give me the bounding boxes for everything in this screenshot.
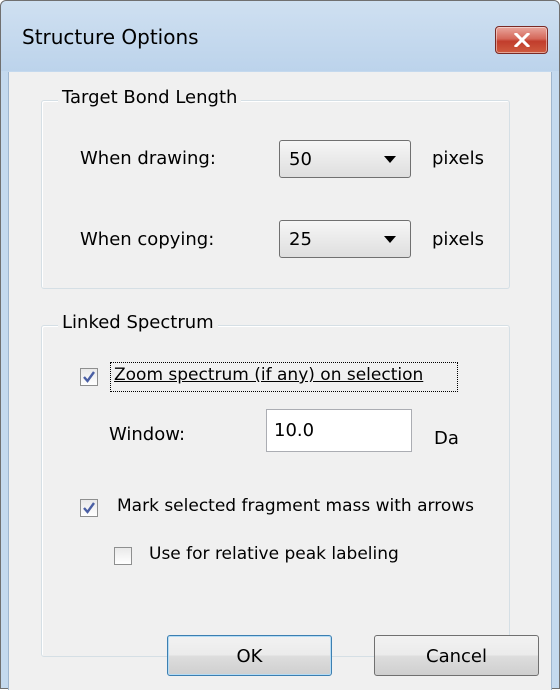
ok-button-label: OK xyxy=(236,646,263,667)
window-input-box[interactable] xyxy=(266,409,412,452)
drawing-length-value: 50 xyxy=(289,149,312,170)
title-bar[interactable]: Structure Options xyxy=(1,1,559,71)
when-drawing-label: When drawing: xyxy=(80,148,216,169)
mark-arrows-checkbox[interactable] xyxy=(80,499,98,517)
close-icon xyxy=(514,33,530,47)
zoom-spectrum-label[interactable]: Zoom spectrum (if any) on selection xyxy=(114,365,423,385)
chevron-down-icon xyxy=(384,236,396,243)
copying-length-value: 25 xyxy=(289,229,312,250)
copying-unit-label: pixels xyxy=(432,229,484,250)
close-button[interactable] xyxy=(495,26,548,54)
chevron-down-icon xyxy=(384,156,396,163)
dialog-body: Target Bond Length When drawing: 50 pixe… xyxy=(8,72,552,690)
structure-options-dialog: Structure Options Target Bond Length Whe… xyxy=(0,0,560,690)
mark-arrows-label[interactable]: Mark selected fragment mass with arrows xyxy=(117,496,474,516)
window-label: Window: xyxy=(109,424,186,445)
when-copying-label: When copying: xyxy=(80,229,215,250)
checkmark-icon xyxy=(83,502,95,514)
window-input[interactable] xyxy=(267,410,411,451)
relative-peak-checkbox[interactable] xyxy=(114,547,132,565)
ok-button[interactable]: OK xyxy=(167,635,332,676)
checkmark-icon xyxy=(83,371,95,383)
cancel-button[interactable]: Cancel xyxy=(374,635,539,676)
group-title-target-bond-length: Target Bond Length xyxy=(58,87,242,108)
dialog-title: Structure Options xyxy=(22,25,199,49)
drawing-unit-label: pixels xyxy=(432,148,484,169)
relative-peak-label[interactable]: Use for relative peak labeling xyxy=(149,544,399,564)
group-title-linked-spectrum: Linked Spectrum xyxy=(58,312,218,333)
drawing-length-dropdown[interactable]: 50 xyxy=(279,140,411,178)
cancel-button-label: Cancel xyxy=(426,646,487,667)
target-bond-length-group: Target Bond Length xyxy=(41,87,510,289)
zoom-spectrum-checkbox[interactable] xyxy=(80,368,98,386)
window-unit-label: Da xyxy=(434,428,459,449)
copying-length-dropdown[interactable]: 25 xyxy=(279,220,411,258)
